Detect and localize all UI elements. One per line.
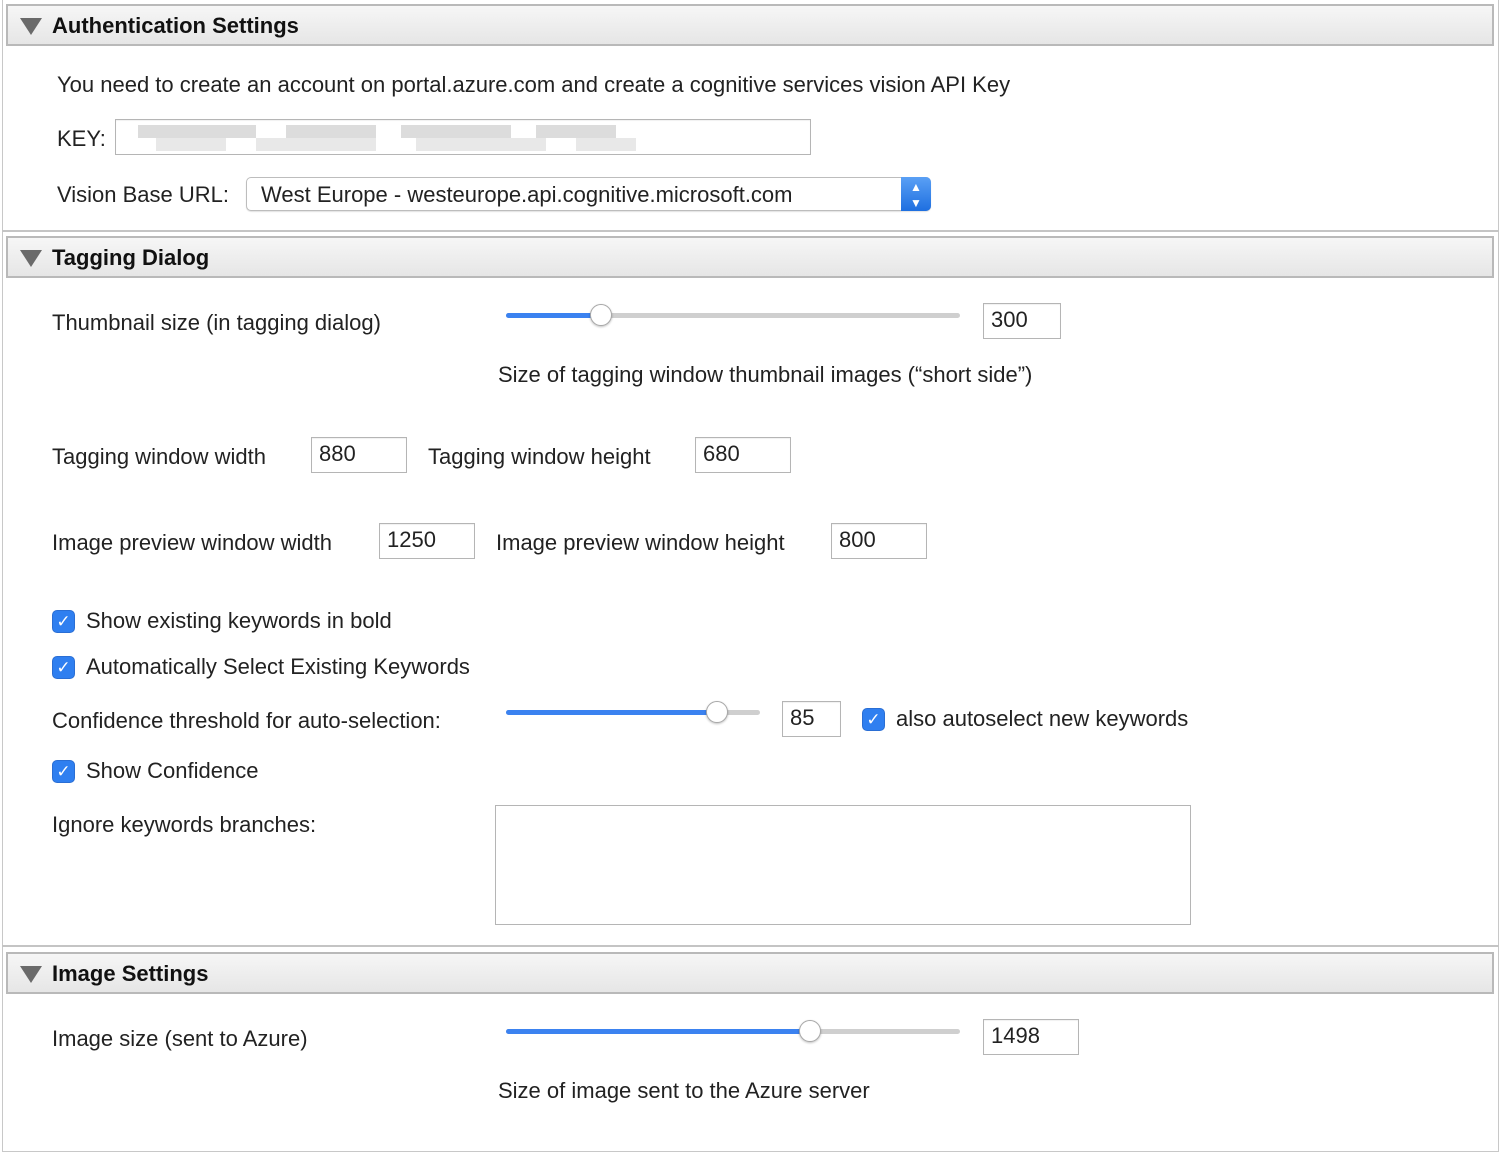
image-size-slider[interactable]: [506, 1020, 960, 1044]
also-autoselect-checkbox[interactable]: ✓: [862, 708, 885, 731]
auto-select-label: Automatically Select Existing Keywords: [86, 654, 470, 679]
tagging-window-width-field[interactable]: 880: [311, 437, 407, 473]
show-confidence-label: Show Confidence: [86, 758, 259, 783]
show-bold-label: Show existing keywords in bold: [86, 608, 392, 633]
section-divider: [2, 230, 1499, 232]
section-divider: [2, 945, 1499, 947]
ignore-branches-textarea[interactable]: [495, 805, 1191, 925]
auto-select-checkbox[interactable]: ✓: [52, 656, 75, 679]
disclosure-triangle-icon[interactable]: [20, 250, 42, 267]
image-size-label: Image size (sent to Azure): [52, 1026, 308, 1051]
key-label: KEY:: [57, 126, 106, 151]
auth-description: You need to create an account on portal.…: [57, 72, 1011, 97]
vision-url-label: Vision Base URL:: [57, 182, 230, 207]
vision-url-popup[interactable]: West Europe - westeurope.api.cognitive.m…: [246, 177, 931, 211]
image-section-title: Image Settings: [52, 961, 209, 986]
tagging-section-header[interactable]: Tagging Dialog: [6, 236, 1494, 278]
preview-window-width-field[interactable]: 1250: [379, 523, 475, 559]
tagging-window-height-label: Tagging window height: [428, 444, 651, 469]
api-key-field[interactable]: [115, 119, 811, 155]
vision-url-value: West Europe - westeurope.api.cognitive.m…: [261, 182, 793, 207]
confidence-threshold-label: Confidence threshold for auto-selection:: [52, 708, 441, 733]
tagging-window-width-label: Tagging window width: [52, 444, 267, 469]
show-bold-checkbox[interactable]: ✓: [52, 610, 75, 633]
confidence-threshold-field[interactable]: 85: [782, 701, 841, 737]
slider-knob[interactable]: [590, 304, 613, 326]
auth-section-title: Authentication Settings: [52, 13, 299, 38]
ignore-branches-label: Ignore keywords branches:: [52, 812, 317, 837]
image-size-hint: Size of image sent to the Azure server: [498, 1078, 870, 1103]
thumbnail-size-label: Thumbnail size (in tagging dialog): [52, 310, 381, 335]
confidence-threshold-slider[interactable]: [506, 701, 760, 725]
disclosure-triangle-icon[interactable]: [20, 18, 42, 35]
thumbnail-size-field[interactable]: 300: [983, 303, 1061, 339]
thumbnail-size-hint: Size of tagging window thumbnail images …: [498, 362, 1033, 387]
also-autoselect-label: also autoselect new keywords: [896, 706, 1189, 731]
tagging-window-height-field[interactable]: 680: [695, 437, 791, 473]
slider-knob[interactable]: [705, 701, 728, 723]
popup-stepper-icon[interactable]: ▲ ▼: [901, 177, 931, 211]
auth-section-header[interactable]: Authentication Settings: [6, 4, 1494, 46]
tagging-section-title: Tagging Dialog: [52, 245, 210, 270]
thumbnail-size-slider[interactable]: [506, 304, 960, 328]
image-size-field[interactable]: 1498: [983, 1019, 1079, 1055]
disclosure-triangle-icon[interactable]: [20, 966, 42, 983]
preview-window-height-label: Image preview window height: [496, 530, 785, 555]
image-section-header[interactable]: Image Settings: [6, 952, 1494, 994]
preview-window-height-field[interactable]: 800: [831, 523, 927, 559]
show-confidence-checkbox[interactable]: ✓: [52, 760, 75, 783]
preview-window-width-label: Image preview window width: [52, 530, 333, 555]
slider-knob[interactable]: [799, 1020, 822, 1042]
